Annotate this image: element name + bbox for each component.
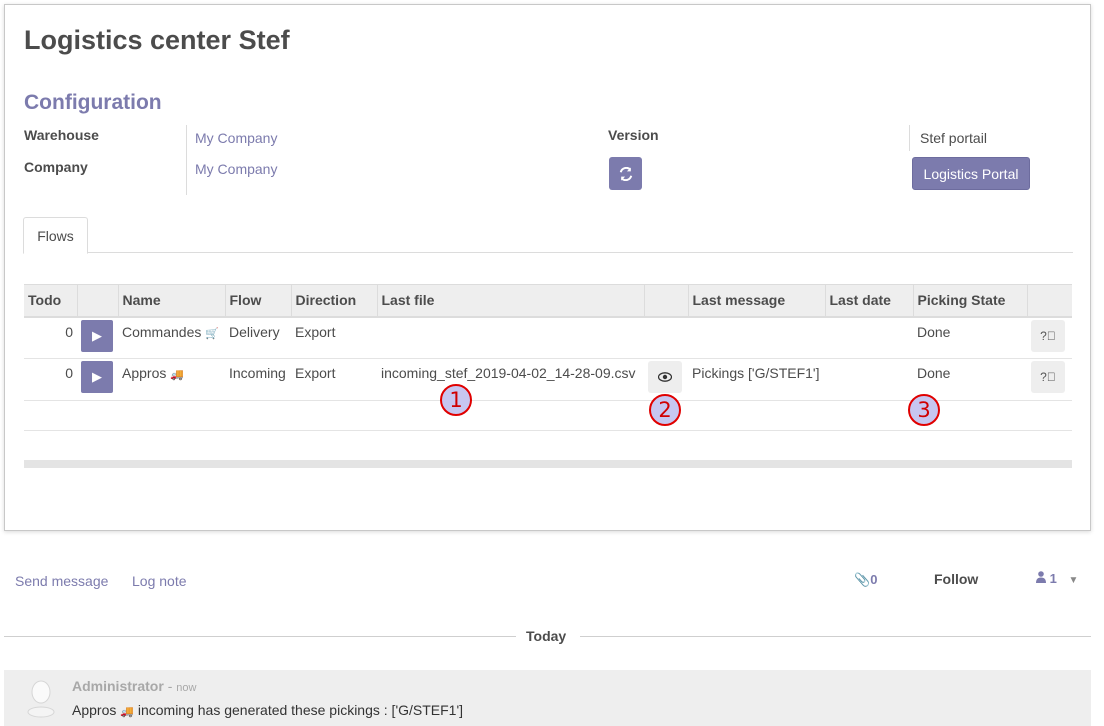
last-file-cell: incoming_stef_2019-04-02_14-28-09.csv	[377, 358, 644, 401]
action-cell: ▶	[77, 316, 118, 359]
annotation-marker-1: 1	[440, 384, 472, 416]
chatter-message: Administrator - now Appros 🚚 incoming ha…	[4, 670, 1091, 726]
chevron-down-icon: ▼	[1068, 575, 1079, 586]
message-text-prefix: Appros	[72, 702, 117, 718]
last-date-cell	[825, 316, 913, 359]
help-button[interactable]: ?⃝	[1031, 361, 1065, 393]
name-cell: Commandes 🛒	[118, 316, 225, 359]
annotation-marker-2: 2	[649, 394, 681, 426]
col-action	[76, 284, 118, 318]
question-icon: ?⃝	[1040, 328, 1056, 343]
cart-icon: 🛒	[205, 327, 219, 340]
warehouse-label: Warehouse	[24, 127, 99, 143]
help-cell: ?⃝	[1027, 358, 1072, 401]
send-message-button[interactable]: Send message	[15, 573, 108, 589]
company-link[interactable]: My Company	[195, 161, 277, 177]
action-cell: ▶	[77, 358, 118, 401]
table-row[interactable]: 0 ▶ Appros 🚚 Incoming Export incoming_st…	[24, 358, 1072, 401]
log-note-button[interactable]: Log note	[132, 573, 187, 589]
section-title: Configuration	[24, 91, 162, 114]
help-cell: ?⃝	[1027, 316, 1072, 359]
todo-cell: 0	[24, 358, 77, 401]
avatar	[27, 680, 55, 718]
todo-cell: 0	[24, 316, 77, 359]
run-flow-button[interactable]: ▶	[81, 361, 113, 393]
refresh-version-button[interactable]	[609, 157, 642, 190]
page-title: Logistics center Stef	[24, 25, 290, 55]
last-file-cell	[377, 316, 644, 359]
tab-flows[interactable]: Flows	[23, 217, 88, 254]
truck-icon: 🚚	[120, 706, 134, 718]
name-cell: Appros 🚚	[118, 358, 225, 401]
table-footer	[24, 460, 1072, 468]
last-message-cell	[688, 316, 825, 359]
message-body: Appros 🚚 incoming has generated these pi…	[72, 702, 463, 718]
message-separator: -	[167, 678, 173, 694]
chatter-topbar: Send message Log note 📎0 Follow 1 ▼	[0, 560, 1104, 600]
logistics-portal-button[interactable]: Logistics Portal	[912, 157, 1030, 190]
play-icon: ▶	[92, 327, 102, 343]
eye-icon	[658, 372, 672, 382]
col-todo[interactable]: Todo	[24, 284, 77, 318]
view-cell	[644, 316, 688, 359]
col-view	[643, 284, 688, 318]
last-date-cell	[825, 358, 913, 401]
col-last-file[interactable]: Last file	[376, 284, 644, 318]
company-label: Company	[24, 159, 88, 175]
name-text: Commandes	[122, 323, 202, 340]
col-picking-state[interactable]: Picking State	[912, 284, 1027, 318]
table-row[interactable]: 0 ▶ Commandes 🛒 Delivery Export Done ?⃝	[24, 316, 1072, 359]
message-time: now	[176, 682, 197, 694]
attachments-button[interactable]: 📎0	[854, 572, 877, 588]
truck-icon: 🚚	[170, 369, 184, 381]
form-sheet: Logistics center Stef Configuration Ware…	[4, 4, 1091, 531]
view-file-button[interactable]	[648, 361, 682, 393]
direction-cell: Export	[291, 316, 377, 359]
col-last-date[interactable]: Last date	[824, 284, 913, 318]
flow-cell: Delivery	[225, 316, 291, 359]
message-author[interactable]: Administrator	[72, 678, 164, 694]
refresh-icon	[619, 166, 632, 181]
col-direction[interactable]: Direction	[290, 284, 377, 318]
message-header: Administrator - now	[72, 678, 196, 694]
play-icon: ▶	[92, 369, 102, 384]
followers-count: 1	[1049, 571, 1057, 586]
flow-cell: Incoming	[225, 358, 291, 401]
last-message-cell: Pickings ['G/STEF1']	[688, 358, 825, 401]
day-divider-left	[4, 636, 516, 637]
attachments-count: 0	[870, 572, 878, 587]
question-icon: ?⃝	[1040, 370, 1056, 384]
col-help	[1026, 284, 1072, 318]
picking-state-cell: Done	[913, 358, 1027, 401]
table-header-row: Todo Name Flow Direction Last file Last …	[24, 284, 1072, 318]
portal-label: Stef portail	[920, 130, 987, 146]
portal-divider	[909, 125, 910, 151]
picking-state-cell: Done	[913, 316, 1027, 359]
run-flow-button[interactable]: ▶	[81, 319, 113, 352]
user-icon	[1036, 571, 1046, 583]
message-text-suffix: incoming has generated these pickings : …	[137, 702, 464, 718]
followers-button[interactable]: 1 ▼	[1036, 571, 1078, 586]
warehouse-link[interactable]: My Company	[195, 130, 277, 146]
notebook-tabs: Flows	[23, 217, 1073, 254]
follow-button[interactable]: Follow	[934, 571, 978, 587]
col-flow[interactable]: Flow	[224, 284, 291, 318]
field-divider	[186, 125, 187, 195]
version-label: Version	[608, 127, 659, 143]
day-divider-right	[580, 636, 1091, 637]
name-text: Appros	[122, 365, 167, 381]
direction-cell: Export	[291, 358, 377, 401]
col-last-message[interactable]: Last message	[687, 284, 825, 318]
col-name[interactable]: Name	[117, 284, 225, 318]
help-button[interactable]: ?⃝	[1031, 319, 1065, 352]
paperclip-icon: 📎	[854, 572, 871, 587]
today-label: Today	[526, 628, 567, 644]
annotation-marker-3: 3	[908, 394, 940, 426]
